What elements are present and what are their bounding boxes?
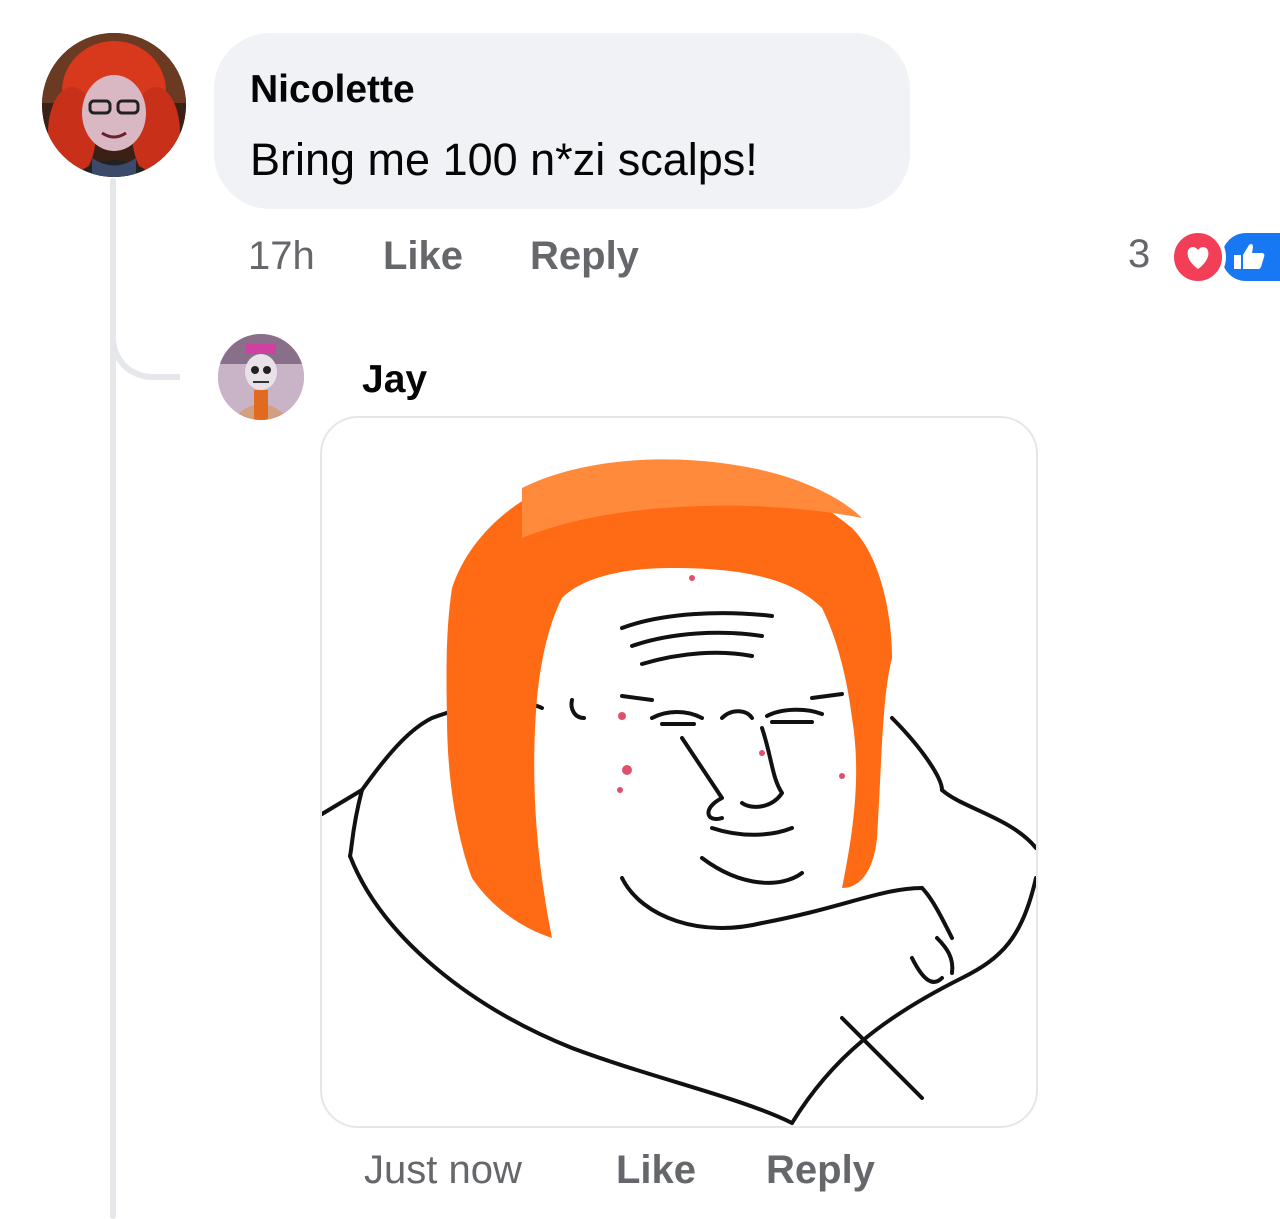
comment-author-name[interactable]: Nicolette bbox=[250, 68, 415, 112]
avatar-nicolette[interactable] bbox=[42, 33, 186, 177]
heart-icon[interactable] bbox=[1170, 229, 1226, 285]
like-icon[interactable] bbox=[1218, 229, 1280, 285]
reply-sticker bbox=[320, 416, 1038, 1128]
comment-timestamp[interactable]: 17h bbox=[248, 234, 315, 279]
reply-like-button[interactable]: Like bbox=[616, 1148, 696, 1193]
reply-timestamp[interactable]: Just now bbox=[364, 1148, 522, 1193]
avatar-nicolette-image bbox=[42, 33, 186, 177]
reaction-count[interactable]: 3 bbox=[1128, 232, 1150, 277]
reply-reply-button[interactable]: Reply bbox=[766, 1148, 875, 1193]
comment-like-button[interactable]: Like bbox=[383, 234, 463, 279]
wojak-sticker-image bbox=[322, 459, 1036, 1125]
avatar-jay-image bbox=[218, 334, 304, 420]
comment-text: Bring me 100 n*zi scalps! bbox=[250, 134, 758, 185]
comment-reply-button[interactable]: Reply bbox=[530, 234, 639, 279]
reply-author-name[interactable]: Jay bbox=[362, 358, 427, 402]
avatar-jay[interactable] bbox=[218, 334, 304, 420]
reply-connector-curve bbox=[110, 300, 180, 380]
